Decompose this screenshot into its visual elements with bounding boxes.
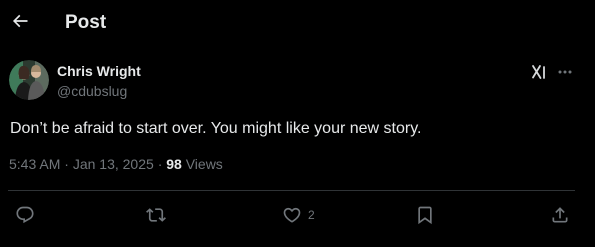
share-button[interactable] — [550, 204, 570, 226]
post-text: Don’t be afraid to start over. You might… — [10, 120, 422, 137]
post-date[interactable]: Jan 13, 2025 — [73, 156, 154, 172]
views-count: 98 — [166, 156, 182, 172]
like-button[interactable]: 2 — [282, 204, 315, 226]
grok-button[interactable] — [529, 62, 549, 82]
bookmark-icon — [418, 206, 432, 225]
grok-icon — [532, 65, 545, 79]
more-dots-icon — [558, 70, 572, 74]
post-header: Post — [0, 0, 595, 46]
avatar[interactable] — [9, 60, 49, 100]
bookmark-button[interactable] — [415, 204, 435, 226]
author-name[interactable]: Chris Wright — [57, 63, 141, 79]
post-page: Post Chris Wright @cdubslug Don’t be afr… — [0, 0, 595, 247]
share-icon — [552, 207, 568, 223]
page-title: Post — [65, 12, 107, 33]
heart-icon — [283, 207, 301, 223]
views-label: Views — [185, 156, 223, 172]
post-time[interactable]: 5:43 AM — [9, 156, 60, 172]
author-handle[interactable]: @cdubslug — [57, 83, 127, 99]
meta-separator: · — [64, 156, 69, 172]
divider — [8, 190, 575, 191]
reply-button[interactable] — [15, 204, 35, 226]
repost-icon — [146, 208, 166, 222]
repost-button[interactable] — [146, 204, 166, 226]
meta-separator-2: · — [157, 156, 163, 172]
back-button[interactable] — [6, 7, 34, 35]
reply-icon — [16, 206, 34, 224]
more-options-button[interactable] — [555, 62, 575, 82]
arrow-left-icon — [12, 14, 28, 28]
like-count: 2 — [308, 208, 315, 222]
profile-photo — [9, 60, 49, 100]
post-meta: 5:43 AM · Jan 13, 2025 · 98 Views — [9, 156, 223, 172]
